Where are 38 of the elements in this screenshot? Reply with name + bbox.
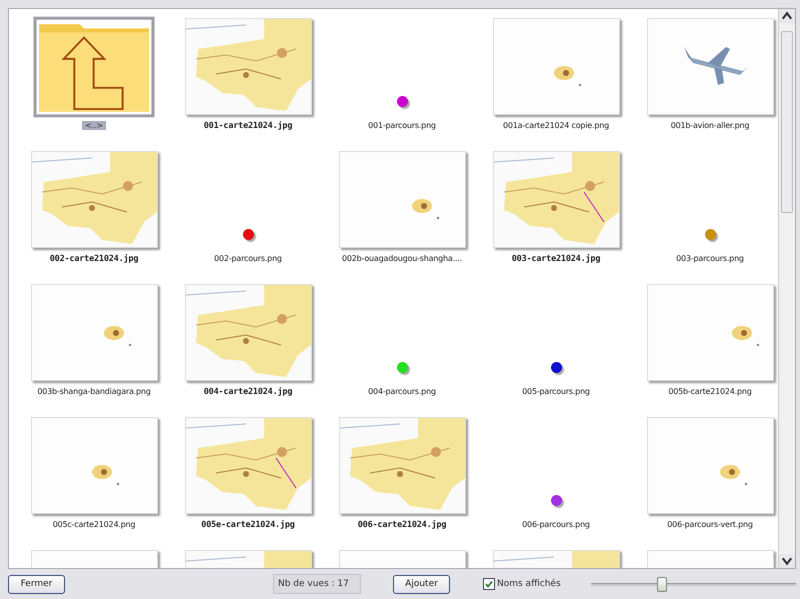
zoom-slider[interactable]: [590, 576, 796, 592]
file-name: 003-carte21024.jpg: [512, 254, 600, 264]
file-name: 001a-carte21024 copie.png: [503, 121, 609, 130]
file-name: 003-parcours.png: [676, 254, 744, 263]
file-name: 001-parcours.png: [368, 121, 436, 130]
file-name: 005-parcours.png: [522, 387, 590, 396]
color-dot-icon[interactable]: [396, 96, 408, 107]
file-name: 004-carte21024.jpg: [204, 387, 292, 397]
scrollbar-thumb[interactable]: [781, 31, 793, 213]
file-name: 002-carte21024.jpg: [50, 254, 138, 264]
checkbox[interactable]: [483, 578, 495, 590]
color-dot-icon[interactable]: [550, 495, 562, 506]
file-name: 001-carte21024.jpg: [204, 121, 292, 131]
scrollbar[interactable]: [778, 9, 795, 568]
color-dot-icon[interactable]: [396, 362, 408, 373]
folder-up-icon[interactable]: [33, 15, 155, 119]
slider-thumb[interactable]: [657, 577, 668, 592]
color-dot-icon[interactable]: [242, 229, 254, 240]
file-name: 006-parcours.png: [522, 520, 590, 529]
file-name: 005c-carte21024.png: [52, 520, 136, 529]
view-count: Nb de vues : 17: [273, 574, 361, 594]
checkbox-label: Noms affichés: [497, 579, 561, 589]
file-name: 002b-ouagadougou-shangha....: [342, 254, 462, 263]
scroll-down-icon[interactable]: [779, 554, 795, 568]
file-name: 004-parcours.png: [368, 387, 436, 396]
add-button[interactable]: Ajouter: [393, 574, 450, 594]
file-name: 006-carte21024.jpg: [358, 520, 446, 530]
file-name: 003b-shanga-bandiagara.png: [37, 387, 151, 396]
color-dot-icon[interactable]: [550, 362, 562, 373]
file-name: 005b-carte21024.png: [668, 387, 752, 396]
file-name: 001b-avion-aller.png: [670, 121, 750, 130]
file-name: <..>: [82, 121, 106, 130]
close-button[interactable]: Fermer: [8, 574, 65, 594]
file-name: 005e-carte21024.jpg: [201, 520, 295, 530]
file-name: 002-parcours.png: [214, 254, 282, 263]
file-name: 006-parcours-vert.png: [667, 520, 753, 529]
color-dot-icon[interactable]: [704, 229, 716, 240]
scroll-up-icon[interactable]: [779, 9, 795, 23]
